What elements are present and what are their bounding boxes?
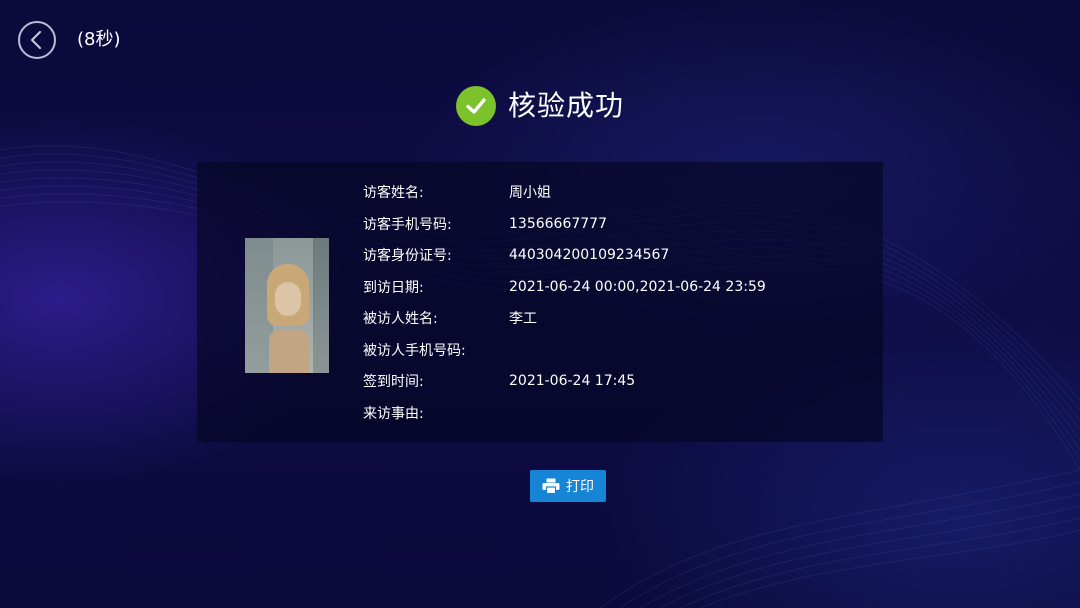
info-row-visitor-phone: 访客手机号码: 13566667777 (363, 213, 607, 235)
check-circle-icon (455, 86, 496, 126)
back-button[interactable] (18, 21, 56, 59)
chevron-left-icon (30, 30, 42, 50)
info-value: 2021-06-24 17:45 (509, 373, 636, 389)
info-label: 访客手机号码: (363, 217, 452, 233)
visitor-photo (245, 238, 329, 373)
info-row-visitor-name: 访客姓名: 周小姐 (363, 181, 551, 203)
info-label: 到访日期: (363, 280, 424, 296)
info-row-signin-time: 签到时间: 2021-06-24 17:45 (363, 370, 635, 392)
info-label: 来访事由: (363, 406, 424, 422)
info-label: 签到时间: (363, 374, 424, 390)
verification-result: 核验成功 (0, 86, 1080, 126)
info-row-visitor-id: 访客身份证号: 440304200109234567 (363, 244, 669, 266)
info-row-visit-date: 到访日期: 2021-06-24 00:00,2021-06-24 23:59 (363, 276, 766, 298)
printer-icon (542, 478, 560, 494)
info-value: 13566667777 (509, 216, 607, 232)
info-value: 周小姐 (509, 185, 551, 201)
info-label: 访客姓名: (363, 185, 424, 201)
result-title: 核验成功 (507, 89, 624, 122)
info-row-visit-reason: 来访事由: (363, 402, 509, 424)
info-row-host-phone: 被访人手机号码: (363, 339, 509, 361)
info-value: 李工 (509, 311, 537, 327)
info-value: 440304200109234567 (509, 247, 670, 263)
info-row-host-name: 被访人姓名: 李工 (363, 307, 537, 329)
info-value: 2021-06-24 00:00,2021-06-24 23:59 (509, 279, 766, 295)
info-label: 被访人姓名: (363, 311, 438, 327)
countdown-timer: (8秒) (77, 29, 121, 50)
visitor-info-panel: 访客姓名: 周小姐 访客手机号码: 13566667777 访客身份证号: 44… (197, 162, 883, 442)
print-label: 打印 (566, 479, 594, 495)
info-label: 被访人手机号码: (363, 343, 466, 359)
info-label: 访客身份证号: (363, 248, 452, 264)
print-button[interactable]: 打印 (530, 470, 606, 502)
